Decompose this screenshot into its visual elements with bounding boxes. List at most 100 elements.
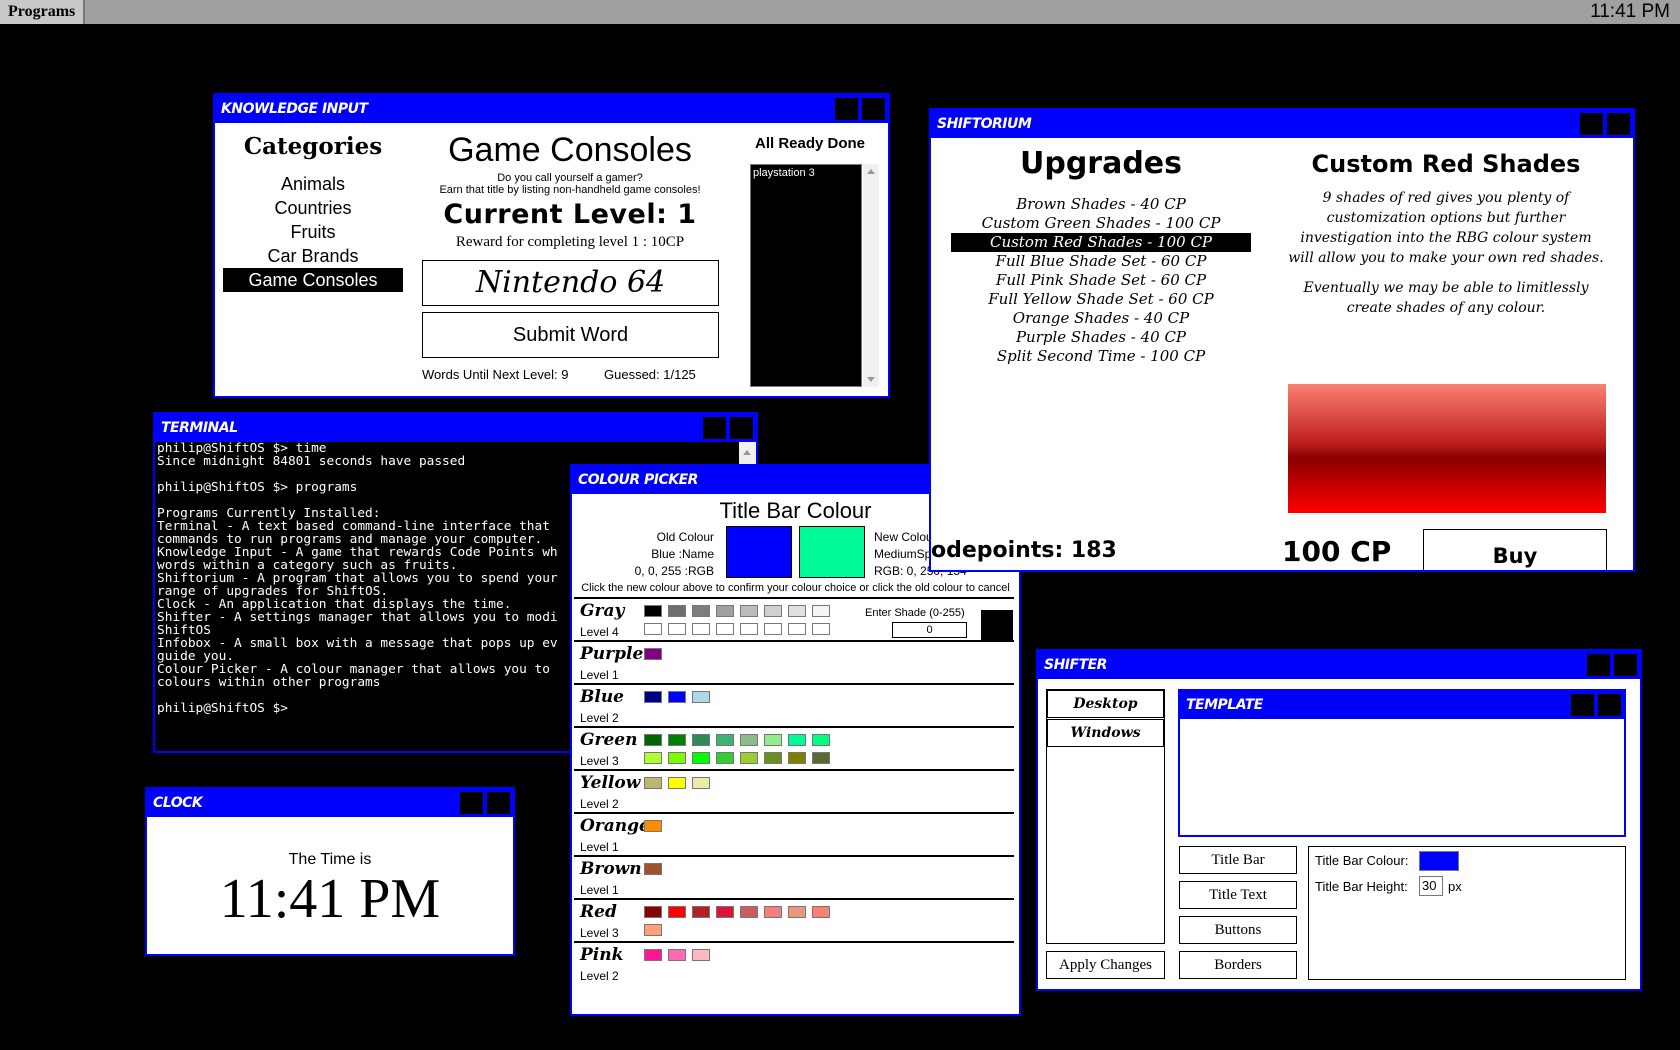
- colour-swatch[interactable]: [644, 777, 662, 789]
- tab-windows[interactable]: Windows: [1047, 719, 1164, 747]
- colour-swatch[interactable]: [788, 605, 806, 617]
- colour-swatch[interactable]: [644, 924, 662, 936]
- colour-swatch[interactable]: [644, 605, 662, 617]
- colour-swatch[interactable]: [764, 623, 782, 635]
- minimize-button[interactable]: [835, 98, 858, 120]
- colour-swatch[interactable]: [788, 752, 806, 764]
- upgrade-item[interactable]: Split Second Time - 100 CP: [951, 347, 1251, 366]
- colour-swatch[interactable]: [764, 734, 782, 746]
- close-button[interactable]: [730, 417, 753, 439]
- colour-swatch[interactable]: [668, 605, 686, 617]
- colour-swatch[interactable]: [644, 648, 662, 660]
- colour-swatch[interactable]: [692, 605, 710, 617]
- upgrade-item[interactable]: Custom Green Shades - 100 CP: [951, 214, 1251, 233]
- colour-swatch[interactable]: [644, 734, 662, 746]
- title-bar[interactable]: TERMINAL: [155, 414, 756, 442]
- terminal-scrollbar[interactable]: [739, 442, 756, 464]
- colour-swatch[interactable]: [716, 605, 734, 617]
- colour-swatch[interactable]: [812, 906, 830, 918]
- title-text-button[interactable]: Title Text: [1179, 881, 1297, 909]
- colour-swatch[interactable]: [692, 691, 710, 703]
- close-button[interactable]: [1614, 654, 1637, 676]
- colour-swatch[interactable]: [812, 752, 830, 764]
- title-bar[interactable]: KNOWLEDGE INPUT: [215, 95, 888, 123]
- buy-button[interactable]: Buy: [1423, 529, 1607, 570]
- colour-swatch[interactable]: [644, 691, 662, 703]
- close-button[interactable]: [1607, 113, 1630, 135]
- already-done-scrollbar[interactable]: [863, 164, 879, 387]
- title-bar[interactable]: SHIFTORIUM: [931, 110, 1633, 138]
- colour-swatch[interactable]: [788, 906, 806, 918]
- colour-swatch[interactable]: [668, 623, 686, 635]
- colour-swatch[interactable]: [740, 734, 758, 746]
- colour-swatch[interactable]: [740, 605, 758, 617]
- programs-menu-button[interactable]: Programs: [0, 0, 86, 24]
- colour-swatch[interactable]: [692, 906, 710, 918]
- colour-swatch[interactable]: [740, 906, 758, 918]
- colour-swatch[interactable]: [644, 752, 662, 764]
- colour-swatch[interactable]: [692, 623, 710, 635]
- apply-changes-button[interactable]: Apply Changes: [1046, 951, 1165, 979]
- colour-swatch[interactable]: [716, 623, 734, 635]
- colour-swatch[interactable]: [716, 752, 734, 764]
- scroll-up-icon[interactable]: [743, 450, 751, 455]
- upgrade-item[interactable]: Custom Red Shades - 100 CP: [951, 233, 1251, 252]
- close-button[interactable]: [487, 792, 510, 814]
- category-item[interactable]: Fruits: [223, 220, 403, 244]
- colour-swatch[interactable]: [812, 605, 830, 617]
- colour-swatch[interactable]: [788, 623, 806, 635]
- scroll-up-icon[interactable]: [867, 169, 875, 174]
- minimize-button[interactable]: [460, 792, 483, 814]
- colour-swatch[interactable]: [644, 623, 662, 635]
- new-colour-swatch[interactable]: [799, 526, 865, 578]
- scroll-down-icon[interactable]: [867, 377, 875, 382]
- category-item[interactable]: Countries: [223, 196, 403, 220]
- title-bar[interactable]: CLOCK: [147, 789, 513, 817]
- colour-swatch[interactable]: [812, 734, 830, 746]
- upgrade-item[interactable]: Full Pink Shade Set - 60 CP: [951, 271, 1251, 290]
- upgrade-item[interactable]: Brown Shades - 40 CP: [951, 195, 1251, 214]
- colour-swatch[interactable]: [644, 863, 662, 875]
- submit-word-button[interactable]: Submit Word: [422, 312, 719, 358]
- already-done-list[interactable]: playstation 3: [750, 164, 862, 387]
- title-bar-button[interactable]: Title Bar: [1179, 846, 1297, 874]
- colour-swatch[interactable]: [644, 820, 662, 832]
- upgrade-item[interactable]: Purple Shades - 40 CP: [951, 328, 1251, 347]
- category-item[interactable]: Animals: [223, 172, 403, 196]
- colour-swatch[interactable]: [764, 906, 782, 918]
- close-button[interactable]: [862, 98, 885, 120]
- upgrade-item[interactable]: Full Yellow Shade Set - 60 CP: [951, 290, 1251, 309]
- colour-swatch[interactable]: [644, 949, 662, 961]
- colour-swatch[interactable]: [740, 752, 758, 764]
- minimize-button[interactable]: [1587, 654, 1610, 676]
- colour-swatch[interactable]: [668, 734, 686, 746]
- tab-desktop[interactable]: Desktop: [1047, 690, 1164, 718]
- word-input[interactable]: Nintendo 64: [422, 260, 719, 306]
- colour-swatch[interactable]: [668, 752, 686, 764]
- colour-swatch[interactable]: [692, 752, 710, 764]
- upgrade-item[interactable]: Full Blue Shade Set - 60 CP: [951, 252, 1251, 271]
- category-item[interactable]: Car Brands: [223, 244, 403, 268]
- colour-swatch[interactable]: [692, 777, 710, 789]
- category-item[interactable]: Game Consoles: [223, 268, 403, 292]
- upgrade-item[interactable]: Orange Shades - 40 CP: [951, 309, 1251, 328]
- colour-swatch[interactable]: [668, 906, 686, 918]
- title-bar[interactable]: SHIFTER: [1038, 651, 1640, 679]
- colour-swatch[interactable]: [788, 734, 806, 746]
- colour-swatch[interactable]: [764, 605, 782, 617]
- colour-swatch[interactable]: [812, 623, 830, 635]
- colour-swatch[interactable]: [764, 752, 782, 764]
- minimize-button[interactable]: [1580, 113, 1603, 135]
- minimize-button[interactable]: [703, 417, 726, 439]
- colour-swatch[interactable]: [692, 734, 710, 746]
- colour-swatch[interactable]: [644, 906, 662, 918]
- colour-swatch[interactable]: [668, 949, 686, 961]
- colour-swatch[interactable]: [692, 949, 710, 961]
- title-bar-height-input[interactable]: 30: [1419, 876, 1443, 896]
- old-colour-swatch[interactable]: [726, 526, 792, 578]
- title-bar-colour-swatch[interactable]: [1419, 851, 1459, 871]
- colour-swatch[interactable]: [740, 623, 758, 635]
- colour-swatch[interactable]: [716, 734, 734, 746]
- colour-swatch[interactable]: [668, 777, 686, 789]
- borders-button[interactable]: Borders: [1179, 951, 1297, 979]
